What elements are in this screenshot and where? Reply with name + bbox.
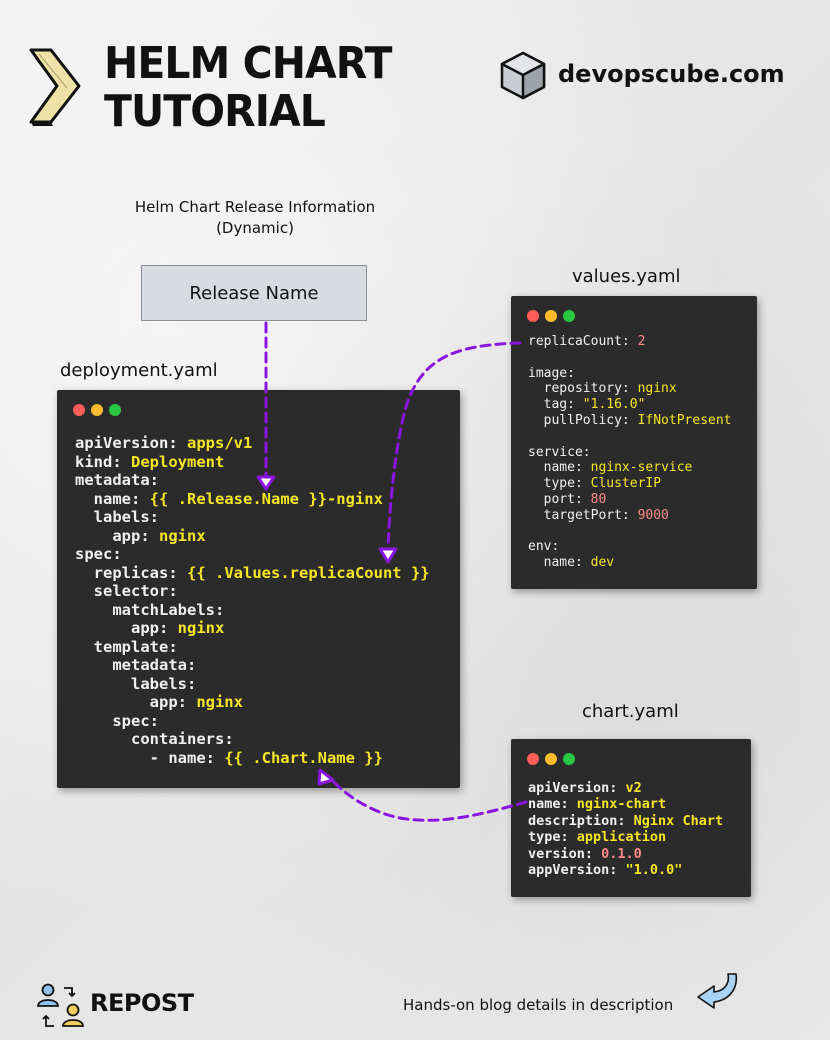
chart-arrow-line xyxy=(326,774,528,822)
chart-arrowhead-icon xyxy=(317,768,335,786)
values-arrowhead-icon xyxy=(378,547,398,564)
curved-arrow-icon xyxy=(697,973,738,1009)
values-arrow-line xyxy=(386,341,522,550)
connector-arrows xyxy=(256,321,528,822)
repost-people-icon xyxy=(37,983,84,1027)
repost-label[interactable]: REPOST xyxy=(90,989,194,1017)
footer-note: Hands-on blog details in description xyxy=(403,996,674,1014)
release-arrowhead-icon xyxy=(256,475,276,491)
